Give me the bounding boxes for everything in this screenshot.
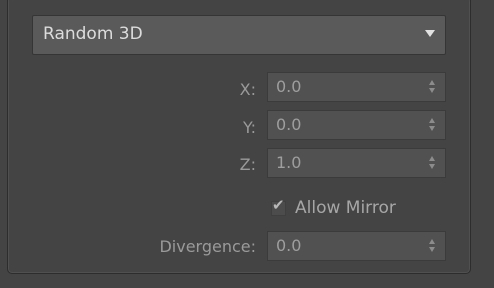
z-label: Z: <box>239 155 256 174</box>
spinner-up-icon[interactable] <box>429 239 435 244</box>
y-value: 0.0 <box>276 115 302 134</box>
mode-dropdown-value: Random 3D <box>43 24 143 44</box>
x-field[interactable]: 0.0 <box>267 72 446 102</box>
x-label: X: <box>239 80 256 99</box>
mode-dropdown[interactable]: Random 3D <box>32 15 446 55</box>
spinner-down-icon[interactable] <box>429 88 435 93</box>
chevron-down-icon[interactable] <box>425 30 435 37</box>
spinner-down-icon[interactable] <box>429 247 435 252</box>
divergence-field[interactable]: 0.0 <box>267 231 446 261</box>
divergence-spinner[interactable] <box>429 238 437 254</box>
divergence-value: 0.0 <box>276 236 302 255</box>
spinner-up-icon[interactable] <box>429 156 435 161</box>
divergence-label: Divergence: <box>159 237 256 256</box>
spinner-up-icon[interactable] <box>429 80 435 85</box>
allow-mirror-checkbox[interactable]: ✔ <box>271 196 286 216</box>
z-field[interactable]: 1.0 <box>267 148 446 178</box>
spinner-down-icon[interactable] <box>429 126 435 131</box>
checkmark-icon: ✔ <box>272 196 285 214</box>
y-label: Y: <box>242 118 256 137</box>
z-value: 1.0 <box>276 153 302 172</box>
allow-mirror-label[interactable]: Allow Mirror <box>295 198 396 218</box>
x-value: 0.0 <box>276 77 302 96</box>
spinner-up-icon[interactable] <box>429 118 435 123</box>
x-spinner[interactable] <box>429 79 437 95</box>
z-spinner[interactable] <box>429 155 437 171</box>
y-field[interactable]: 0.0 <box>267 110 446 140</box>
y-spinner[interactable] <box>429 117 437 133</box>
spinner-down-icon[interactable] <box>429 164 435 169</box>
